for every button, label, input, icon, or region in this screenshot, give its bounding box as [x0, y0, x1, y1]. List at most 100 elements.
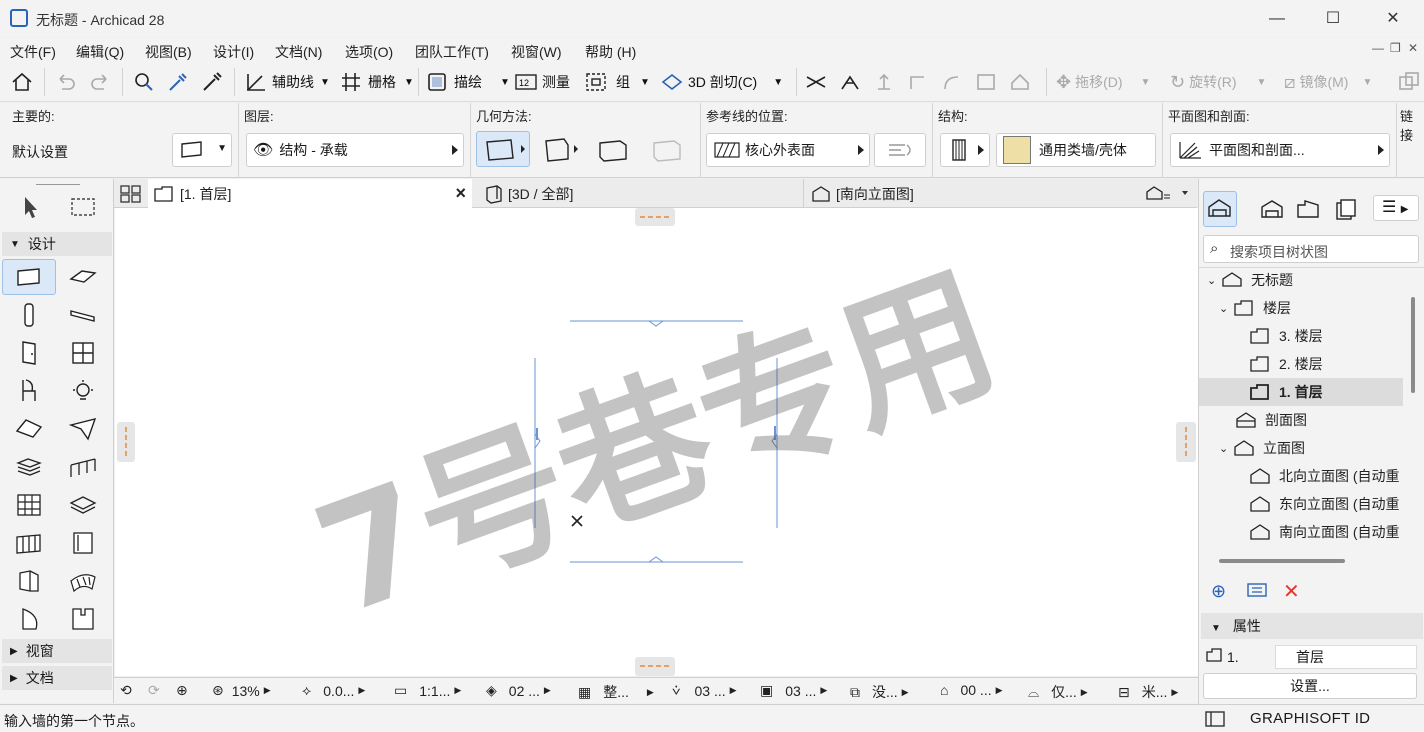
tab-overview-icon[interactable] [118, 183, 144, 208]
3d-cutaway-button[interactable]: 3D 剖切(C) ▼ [660, 70, 783, 94]
geometry-polygon-button[interactable] [596, 131, 630, 170]
close-button[interactable]: ✕ [1378, 6, 1408, 32]
wall-tool-settings-button[interactable]: ▼ [172, 133, 232, 167]
menu-file[interactable]: 文件(F) [10, 42, 56, 62]
object-tool-icon[interactable] [2, 373, 56, 409]
mesh-tool-icon[interactable] [56, 487, 110, 523]
publisher-tab-icon[interactable] [1333, 197, 1359, 224]
grid-button[interactable]: 栅格 ▼ [340, 70, 414, 94]
section-view[interactable]: ▶ 视窗 [2, 639, 112, 663]
menu-options[interactable]: 选项(O) [345, 42, 393, 62]
add-view-icon[interactable]: ⊕ [1211, 581, 1226, 602]
scale-control[interactable]: ▭ 1:1... ▶ [394, 682, 461, 699]
dimension-unit-control[interactable]: ⊟ 米... ▶ [1118, 682, 1178, 702]
undo-icon[interactable] [54, 70, 78, 94]
search-input[interactable]: 搜索项目树状图 [1230, 242, 1328, 262]
zone-tool-icon[interactable] [2, 525, 56, 561]
zoom-control[interactable]: ⊛ 13% ▶ [212, 682, 271, 699]
guides-button[interactable]: 辅助线 ▼ [244, 70, 330, 94]
zoom-in-icon[interactable]: ⊕ [176, 682, 188, 699]
find-select-icon[interactable] [132, 70, 156, 94]
geometry-trapezoid-button[interactable] [540, 131, 586, 170]
tree-item-project[interactable]: ⌄ 无标题 [1207, 266, 1293, 294]
model-view-control[interactable]: ▣ 03 ... ▶ [760, 682, 827, 699]
copy-icon[interactable] [1398, 70, 1420, 94]
redo-view-icon[interactable]: ⟳ [148, 682, 160, 699]
wall-end-tool-icon[interactable] [2, 563, 56, 599]
minimize-button[interactable]: — [1262, 6, 1292, 32]
trace-button[interactable]: 描绘 ▼ [426, 70, 510, 94]
refline-offset-button[interactable] [874, 133, 926, 167]
tree-item-story-1[interactable]: 1. 首层 [1249, 378, 1323, 406]
menu-edit[interactable]: 编辑(Q) [76, 42, 124, 62]
door-tool-icon[interactable] [2, 335, 56, 371]
menu-document[interactable]: 文档(N) [275, 42, 322, 62]
settings-button[interactable]: 设置... [1203, 673, 1417, 699]
drag-button[interactable]: ✥ 拖移(D) ▼ [1056, 70, 1150, 94]
tab-list-icon[interactable] [1144, 183, 1194, 208]
opening-tool-icon[interactable] [56, 601, 110, 637]
layer-combo-control[interactable]: ◈ 02 ... ▶ [486, 682, 551, 699]
slab-panel-tool-icon[interactable] [56, 525, 110, 561]
layout-book-tab-icon[interactable] [1295, 197, 1321, 224]
curve-icon[interactable] [940, 70, 964, 94]
geometry-straight-button[interactable] [476, 131, 530, 167]
tree-item-story-3[interactable]: 3. 楼层 [1249, 322, 1323, 350]
delete-icon[interactable]: ✕ [1283, 579, 1300, 604]
tab-elevation[interactable]: [南向立面图] [806, 179, 1136, 208]
project-map-tab-icon[interactable] [1203, 191, 1237, 227]
undo-view-icon[interactable]: ⟲ [120, 682, 132, 699]
menu-design[interactable]: 设计(I) [213, 42, 254, 62]
measure-button[interactable]: 12 测量 [514, 70, 570, 94]
panels-icon[interactable] [1204, 710, 1226, 731]
menu-view[interactable]: 视图(B) [145, 42, 192, 62]
navigator-menu-button[interactable]: ☰ ▶ [1373, 195, 1419, 221]
renovation-control[interactable]: ⌂ 00 ... ▶ [940, 682, 1003, 698]
rotation-control[interactable]: ⟡ 0.0... ▶ [302, 682, 365, 699]
fillet-icon[interactable] [906, 70, 930, 94]
view-map-tab-icon[interactable] [1259, 197, 1285, 224]
tree-item-story-2[interactable]: 2. 楼层 [1249, 350, 1323, 378]
tab-3d[interactable]: [3D / 全部] [476, 179, 804, 208]
elevate-icon[interactable] [872, 70, 896, 94]
tree-vertical-scrollbar[interactable] [1411, 297, 1415, 393]
layer-selector[interactable]: 👁 结构 - 承载 [246, 133, 464, 167]
menu-help[interactable]: 帮助 (H) [585, 42, 636, 62]
eyedropper-icon[interactable] [166, 70, 190, 94]
window-tool-icon[interactable] [56, 335, 110, 371]
tree-horizontal-scrollbar[interactable] [1219, 559, 1345, 563]
view-settings-icon[interactable] [1247, 582, 1267, 601]
split-icon[interactable] [804, 70, 828, 94]
tab-close-icon[interactable]: × [455, 183, 466, 204]
structure-display-control[interactable]: ▦ 整... ▶ [578, 682, 654, 702]
group-button[interactable]: 组 ▼ [584, 70, 650, 94]
section-design[interactable]: ▼ 设计 [2, 232, 112, 256]
pen-set-control[interactable]: ⩒ 03 ... ▶ [672, 682, 737, 699]
menu-teamwork[interactable]: 团队工作(T) [415, 42, 489, 62]
arrow-tool-icon[interactable] [2, 189, 56, 225]
tree-item-elevations[interactable]: ⌄ 立面图 [1219, 434, 1305, 462]
composite-selector[interactable]: 通用类墙/壳体 [996, 133, 1156, 167]
mirror-button[interactable]: ⧄ 镜像(M) ▼ [1284, 70, 1372, 94]
tree-item-north-elevation[interactable]: 北向立面图 (自动重 [1249, 462, 1421, 490]
shell-tool-icon[interactable] [56, 411, 110, 447]
menu-window[interactable]: 视窗(W) [511, 42, 562, 62]
override-control[interactable]: ⧉ 没... ▶ [850, 682, 909, 702]
refline-selector[interactable]: 核心外表面 [706, 133, 870, 167]
properties-header[interactable]: ▼ 属性 [1201, 613, 1423, 639]
tree-item-sections[interactable]: 剖面图 [1235, 406, 1307, 434]
marquee-tool-icon[interactable] [56, 189, 110, 225]
morph-tool-icon[interactable] [56, 563, 110, 599]
home-icon[interactable] [10, 70, 34, 94]
roof-tool-icon[interactable] [2, 411, 56, 447]
doc-minimize-icon[interactable]: — [1372, 41, 1384, 55]
wall-tool-icon[interactable] [2, 259, 56, 295]
tab-floor-plan[interactable]: [1. 首层] × [148, 179, 472, 208]
tree-item-south-elevation[interactable]: 南向立面图 (自动重 [1249, 518, 1421, 546]
graphisoft-id-link[interactable]: GRAPHISOFT ID [1250, 710, 1370, 727]
stair-tool-icon[interactable] [2, 449, 56, 485]
railing-tool-icon[interactable] [56, 449, 110, 485]
maximize-button[interactable]: ☐ [1318, 6, 1348, 32]
tree-item-east-elevation[interactable]: 东向立面图 (自动重 [1249, 490, 1421, 518]
floorplan-selector[interactable]: 平面图和剖面... [1170, 133, 1390, 167]
